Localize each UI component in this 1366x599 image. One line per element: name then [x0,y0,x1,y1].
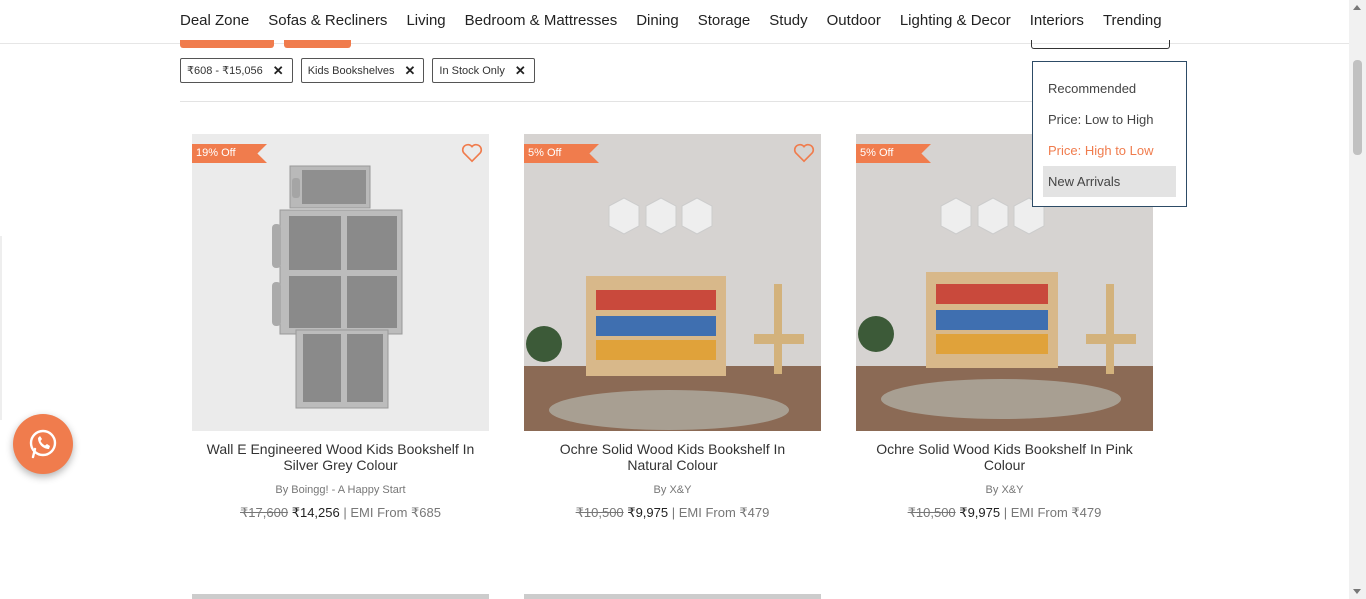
emi-text: | EMI From ₹479 [671,505,770,520]
discount-badge: 5% Off [524,144,599,163]
nav-item-bedroom-mattresses[interactable]: Bedroom & Mattresses [465,12,618,29]
close-icon[interactable]: ✕ [405,63,416,79]
natural-bookshelf-illustration [524,134,821,431]
product-price: ₹10,500 ₹9,975 | EMI From ₹479 [856,505,1153,521]
heart-icon[interactable] [793,143,815,163]
discount-badge: 5% Off [856,144,931,163]
nav-item-living[interactable]: Living [406,12,445,29]
top-navigation: Deal Zone Sofas & Recliners Living Bedro… [0,0,1349,44]
nav-item-deal-zone[interactable]: Deal Zone [180,12,249,29]
emi-text: | EMI From ₹479 [1003,505,1102,520]
mrp: ₹10,500 [907,505,956,520]
discount-badge: 19% Off [192,144,267,163]
product-price: ₹17,600 ₹14,256 | EMI From ₹685 [192,505,489,521]
sale-price: ₹9,975 [959,505,1001,520]
scroll-down-icon[interactable] [1353,589,1361,594]
clear-button-stub[interactable] [284,40,351,48]
product-card[interactable]: 19% Off Wall E Engineered Wood Kids Book… [192,134,489,521]
sort-option-price-high-low[interactable]: Price: High to Low [1033,135,1176,166]
nav-item-sofas-recliners[interactable]: Sofas & Recliners [268,12,387,29]
product-image[interactable]: 19% Off [192,134,489,431]
product-card[interactable]: 5% Off Ochre Solid Wood Kids Bookshelf I… [524,134,821,521]
scrollbar-thumb[interactable] [1353,60,1362,155]
whatsapp-button[interactable] [13,414,73,474]
product-name[interactable]: Ochre Solid Wood Kids Bookshelf In Pink … [856,441,1153,473]
close-icon[interactable]: ✕ [515,63,526,79]
nav-item-study[interactable]: Study [769,12,807,29]
product-card-next[interactable] [524,594,821,599]
whatsapp-icon [29,429,57,459]
mrp: ₹10,500 [575,505,624,520]
applied-filters: ₹608 - ₹15,056 ✕ Kids Bookshelves ✕ In S… [180,58,535,83]
product-price: ₹10,500 ₹9,975 | EMI From ₹479 [524,505,821,521]
emi-text: | EMI From ₹685 [343,505,441,520]
product-brand: By X&Y [653,484,692,496]
sort-option-recommended[interactable]: Recommended [1033,73,1176,104]
nav-item-outdoor[interactable]: Outdoor [827,12,881,29]
product-name[interactable]: Ochre Solid Wood Kids Bookshelf In Natur… [524,441,821,473]
nav-item-storage[interactable]: Storage [698,12,751,29]
sale-price: ₹14,256 [291,505,340,520]
sort-dropdown: Recommended Price: Low to High Price: Hi… [1032,61,1187,207]
filter-chip-category: Kids Bookshelves ✕ [300,58,425,83]
heart-icon[interactable] [461,143,483,163]
filter-chip-label: In Stock Only [439,64,505,77]
product-brand: By Boingg! - A Happy Start [275,484,406,496]
product-card-next[interactable] [192,594,489,599]
filter-chip-stock: In Stock Only ✕ [432,58,535,83]
mrp: ₹17,600 [240,505,289,520]
sale-price: ₹9,975 [627,505,669,520]
scroll-up-icon[interactable] [1353,5,1361,10]
product-image[interactable]: 5% Off [524,134,821,431]
nav-item-interiors[interactable]: Interiors [1030,12,1084,29]
sort-option-new-arrivals[interactable]: New Arrivals [1043,166,1176,197]
nav-item-dining[interactable]: Dining [636,12,679,29]
filter-button-stub[interactable] [180,40,274,48]
divider [180,101,1170,102]
side-tab [0,236,2,420]
grey-bookshelf-illustration [192,134,489,431]
product-brand: By X&Y [985,484,1024,496]
category-menu: Deal Zone Sofas & Recliners Living Bedro… [180,12,1181,29]
page-scrollbar[interactable] [1349,0,1366,599]
close-icon[interactable]: ✕ [273,63,284,79]
filter-chip-label: ₹608 - ₹15,056 [187,65,263,77]
sort-select[interactable] [1031,40,1170,49]
filter-chip-price: ₹608 - ₹15,056 ✕ [180,58,293,83]
filter-chip-label: Kids Bookshelves [307,64,395,77]
nav-item-trending[interactable]: Trending [1103,12,1162,29]
sort-option-price-low-high[interactable]: Price: Low to High [1033,104,1176,135]
nav-item-lighting-decor[interactable]: Lighting & Decor [900,12,1011,29]
product-name[interactable]: Wall E Engineered Wood Kids Bookshelf In… [192,441,489,473]
